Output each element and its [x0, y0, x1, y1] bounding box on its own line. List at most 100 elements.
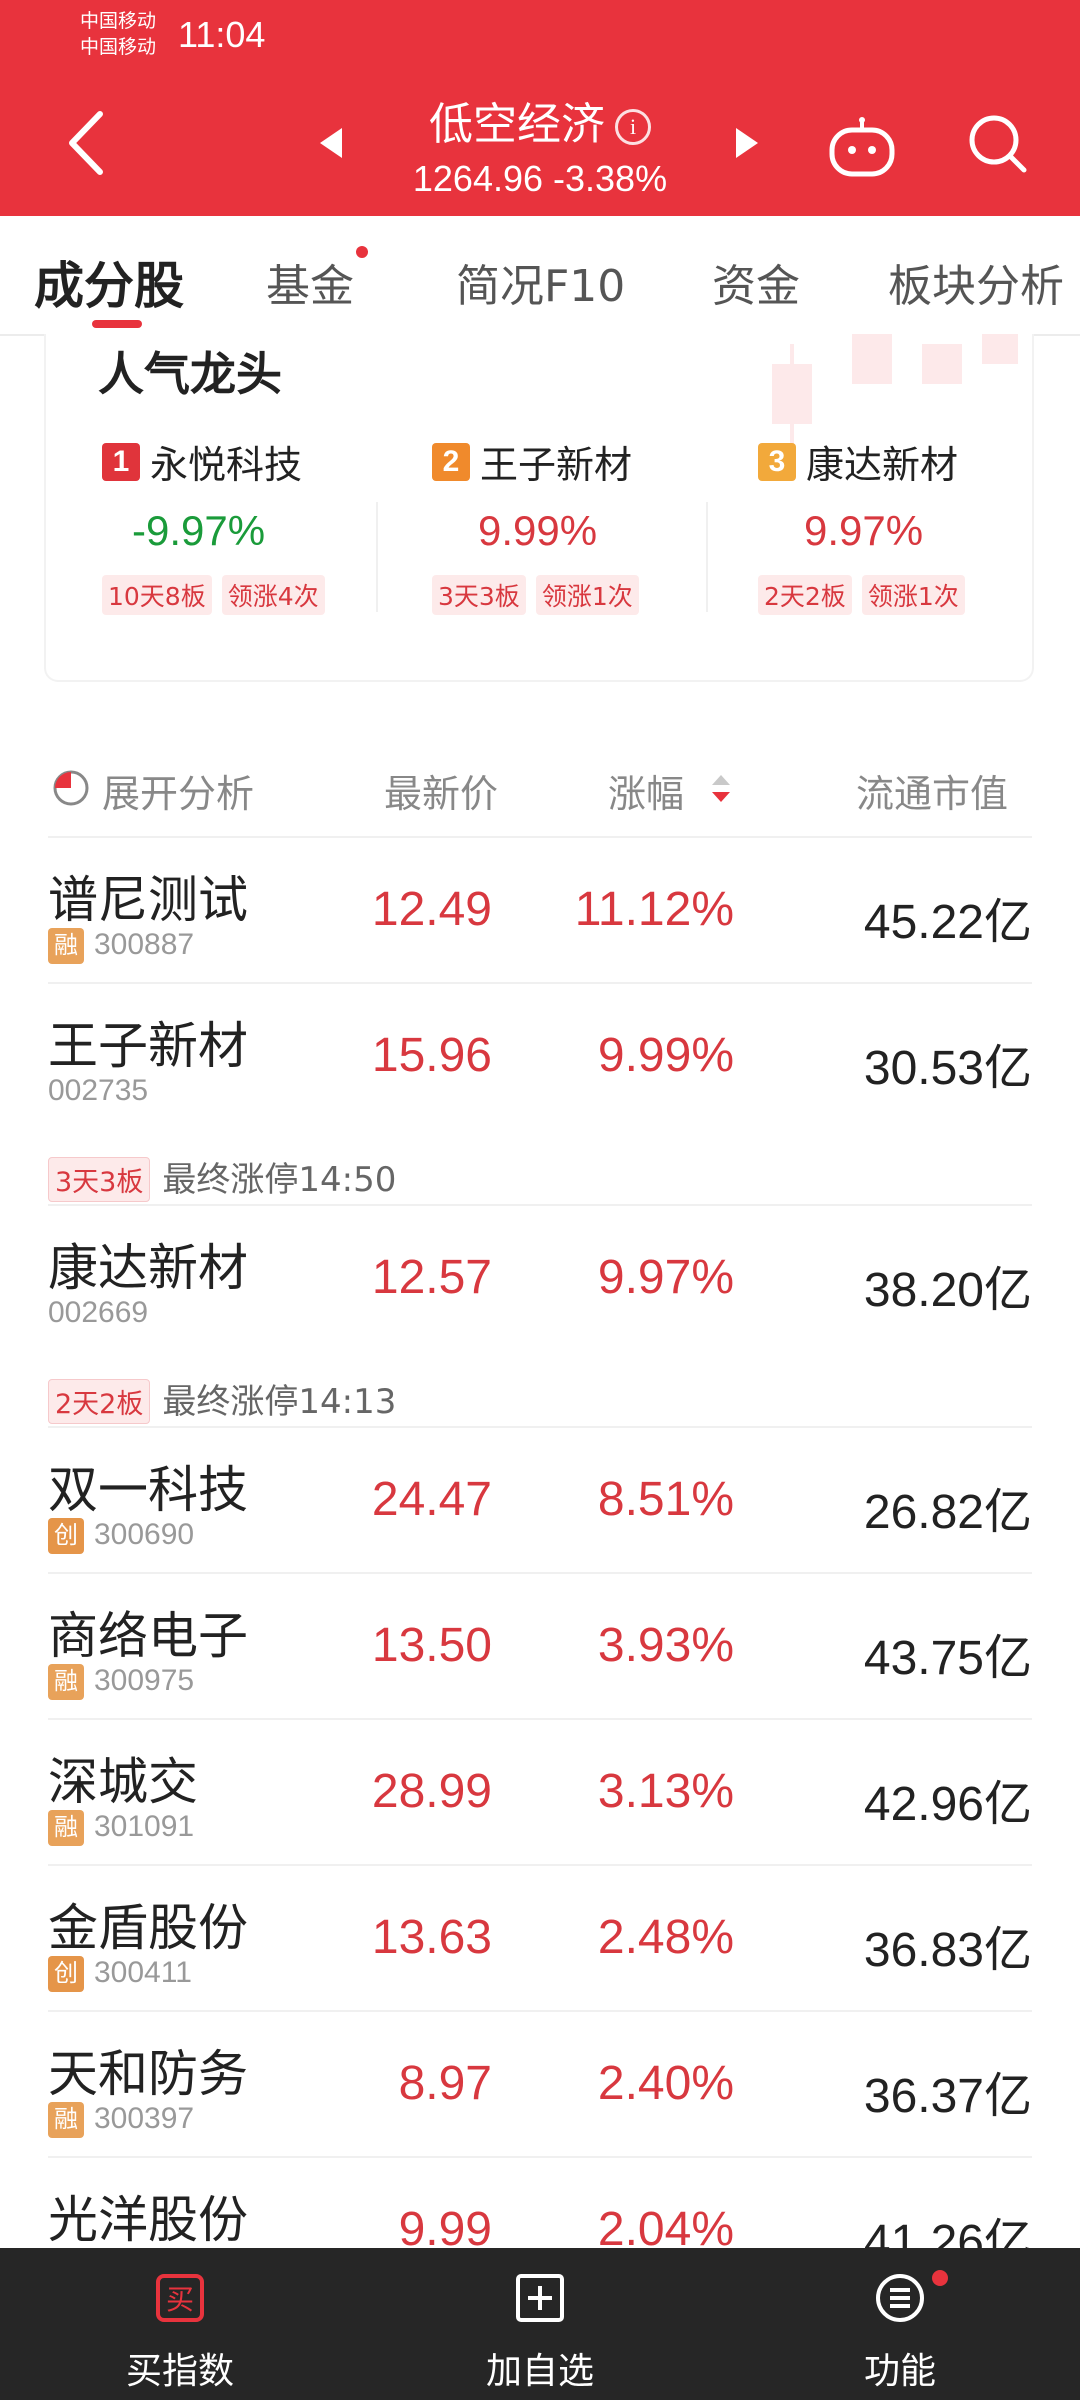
float-market-cap: 26.82亿 [863, 1486, 1032, 1539]
rank-badge: 3 [758, 442, 796, 481]
latest-price: 28.99 [371, 1765, 492, 1818]
functions-button[interactable]: 功能 [800, 2272, 1000, 2394]
sector-index-value: 1264.96 -3.38% [412, 158, 668, 199]
info-icon[interactable]: i [615, 109, 651, 145]
table-row[interactable]: 金盾股份 创 300411 13.63 2.48% 36.83亿 [48, 1864, 1032, 2010]
rank-badge: 1 [102, 442, 140, 481]
chinext-badge: 创 [48, 1956, 84, 1993]
add-watchlist-icon [516, 2274, 564, 2322]
final-limit-up-time: 最终涨停14:13 [162, 1382, 397, 1422]
expand-analysis-button[interactable]: 展开分析 [102, 763, 254, 818]
stock-name: 深城交 [48, 1753, 198, 1811]
carrier-labels: 中国移动 中国移动 [80, 8, 156, 60]
search-icon[interactable] [964, 110, 1030, 176]
change-pct: 8.51% [597, 1473, 734, 1526]
tab-sector-analysis[interactable]: 板块分析 [888, 250, 1064, 314]
leader-name: 王子新材 [480, 443, 633, 487]
float-market-cap: 45.22亿 [863, 896, 1032, 949]
stock-code: 300887 [94, 928, 195, 961]
active-tab-indicator [92, 320, 142, 328]
table-row[interactable]: 康达新材 002669 12.57 9.97% 38.20亿 2天2板 最终涨停1… [48, 1204, 1032, 1426]
stock-code: 002669 [48, 1296, 149, 1329]
stock-name: 金盾股份 [48, 1899, 248, 1957]
streak-tag: 3天3板 [432, 575, 526, 615]
rank-badge: 2 [432, 442, 470, 481]
tab-funds[interactable]: 基金 [266, 250, 354, 314]
buy-index-button[interactable]: 买 买指数 [80, 2272, 280, 2394]
functions-label: 功能 [863, 2351, 936, 2392]
streak-tag: 10天8板 [102, 575, 212, 615]
tab-f10-overview[interactable]: 简况F10 [456, 250, 625, 314]
table-row[interactable]: 谱尼测试 融 300887 12.49 11.12% 45.22亿 [48, 836, 1032, 982]
table-row[interactable]: 天和防务 融 300397 8.97 2.40% 36.37亿 [48, 2010, 1032, 2156]
next-sector-icon[interactable] [734, 126, 760, 160]
functions-notification-dot [932, 2270, 948, 2286]
latest-price: 13.63 [371, 1911, 492, 1964]
change-pct: 11.12% [574, 883, 734, 936]
latest-price: 12.57 [371, 1251, 492, 1304]
stock-code: 300397 [94, 2102, 195, 2135]
latest-price: 13.50 [371, 1619, 492, 1672]
tab-constituents[interactable]: 成分股 [34, 246, 184, 318]
final-limit-up-time: 最终涨停14:50 [162, 1160, 397, 1200]
limit-up-streak-tag: 2天2板 [48, 1379, 151, 1424]
table-row[interactable]: 王子新材 002735 15.96 9.99% 30.53亿 3天3板 最终涨停1… [48, 982, 1032, 1204]
column-latest-price[interactable]: 最新价 [384, 763, 498, 818]
add-watchlist-label: 加自选 [485, 2351, 594, 2392]
leader-change: 9.99% [478, 507, 598, 554]
change-pct: 3.13% [597, 1765, 734, 1818]
robot-assistant-icon[interactable] [826, 116, 898, 178]
stock-code: 301091 [94, 1810, 195, 1843]
latest-price: 15.96 [371, 1029, 492, 1082]
column-change-pct[interactable]: 涨幅 [608, 763, 684, 818]
lead-count-tag: 领涨1次 [861, 575, 965, 615]
popular-leaders-card: 人气龙头 1 永悦科技 -9.97% 10天8板 领涨4次 2 王子新材 9.99% … [44, 334, 1034, 682]
latest-price: 8.97 [398, 2057, 492, 2110]
pie-chart-icon[interactable] [52, 769, 90, 807]
margin-badge: 融 [48, 1664, 84, 1701]
stock-code: 300975 [94, 1664, 195, 1697]
latest-price: 24.47 [371, 1473, 492, 1526]
stock-name: 谱尼测试 [48, 871, 248, 929]
margin-badge: 融 [48, 1810, 84, 1847]
change-pct: 3.93% [597, 1619, 734, 1672]
tab-capital-flow[interactable]: 资金 [712, 250, 800, 314]
buy-index-label: 买指数 [125, 2351, 234, 2392]
leader-change: 9.97% [804, 507, 924, 554]
change-pct: 9.99% [597, 1029, 734, 1082]
divider [706, 502, 708, 612]
float-market-cap: 30.53亿 [863, 1042, 1032, 1095]
funds-notification-dot [356, 246, 368, 258]
table-row[interactable]: 双一科技 创 300690 24.47 8.51% 26.82亿 [48, 1426, 1032, 1572]
leader-item[interactable]: 2 王子新材 9.99% 3天3板 领涨1次 [432, 434, 752, 615]
carrier-2: 中国移动 [80, 36, 157, 58]
buy-icon-glyph: 买 [166, 2283, 194, 2316]
margin-badge: 融 [48, 2102, 84, 2139]
change-pct: 2.40% [597, 2057, 734, 2110]
float-market-cap: 43.75亿 [863, 1632, 1032, 1685]
table-row[interactable]: 商络电子 融 300975 13.50 3.93% 43.75亿 [48, 1572, 1032, 1718]
tab-bar: 成分股 基金 简况F10 资金 板块分析 [0, 216, 1080, 336]
add-watchlist-button[interactable]: 加自选 [440, 2272, 640, 2394]
stock-name: 商络电子 [48, 1607, 248, 1665]
leader-name: 康达新材 [806, 443, 959, 487]
float-market-cap: 42.96亿 [863, 1778, 1032, 1831]
table-row[interactable]: 深城交 融 301091 28.99 3.13% 42.96亿 [48, 1718, 1032, 1864]
float-market-cap: 36.37亿 [863, 2070, 1032, 2123]
latest-price: 12.49 [371, 883, 492, 936]
stock-code: 300690 [94, 1518, 195, 1551]
menu-icon [876, 2274, 924, 2322]
leader-name: 永悦科技 [150, 443, 303, 487]
column-header: 展开分析 最新价 涨幅 流通市值 [0, 755, 1080, 818]
stock-name: 天和防务 [48, 2045, 248, 2103]
sort-descending-icon[interactable] [708, 771, 734, 807]
column-float-market-cap[interactable]: 流通市值 [856, 763, 1008, 818]
leader-item[interactable]: 3 康达新材 9.97% 2天2板 领涨1次 [758, 434, 1032, 615]
change-pct: 9.97% [597, 1251, 734, 1304]
stock-name: 双一科技 [48, 1461, 248, 1519]
leader-change: -9.97% [132, 507, 266, 554]
float-market-cap: 38.20亿 [863, 1264, 1032, 1317]
leader-item[interactable]: 1 永悦科技 -9.97% 10天8板 领涨4次 [102, 434, 422, 615]
stock-name: 康达新材 [48, 1239, 248, 1297]
popular-leaders-title: 人气龙头 [98, 347, 282, 401]
